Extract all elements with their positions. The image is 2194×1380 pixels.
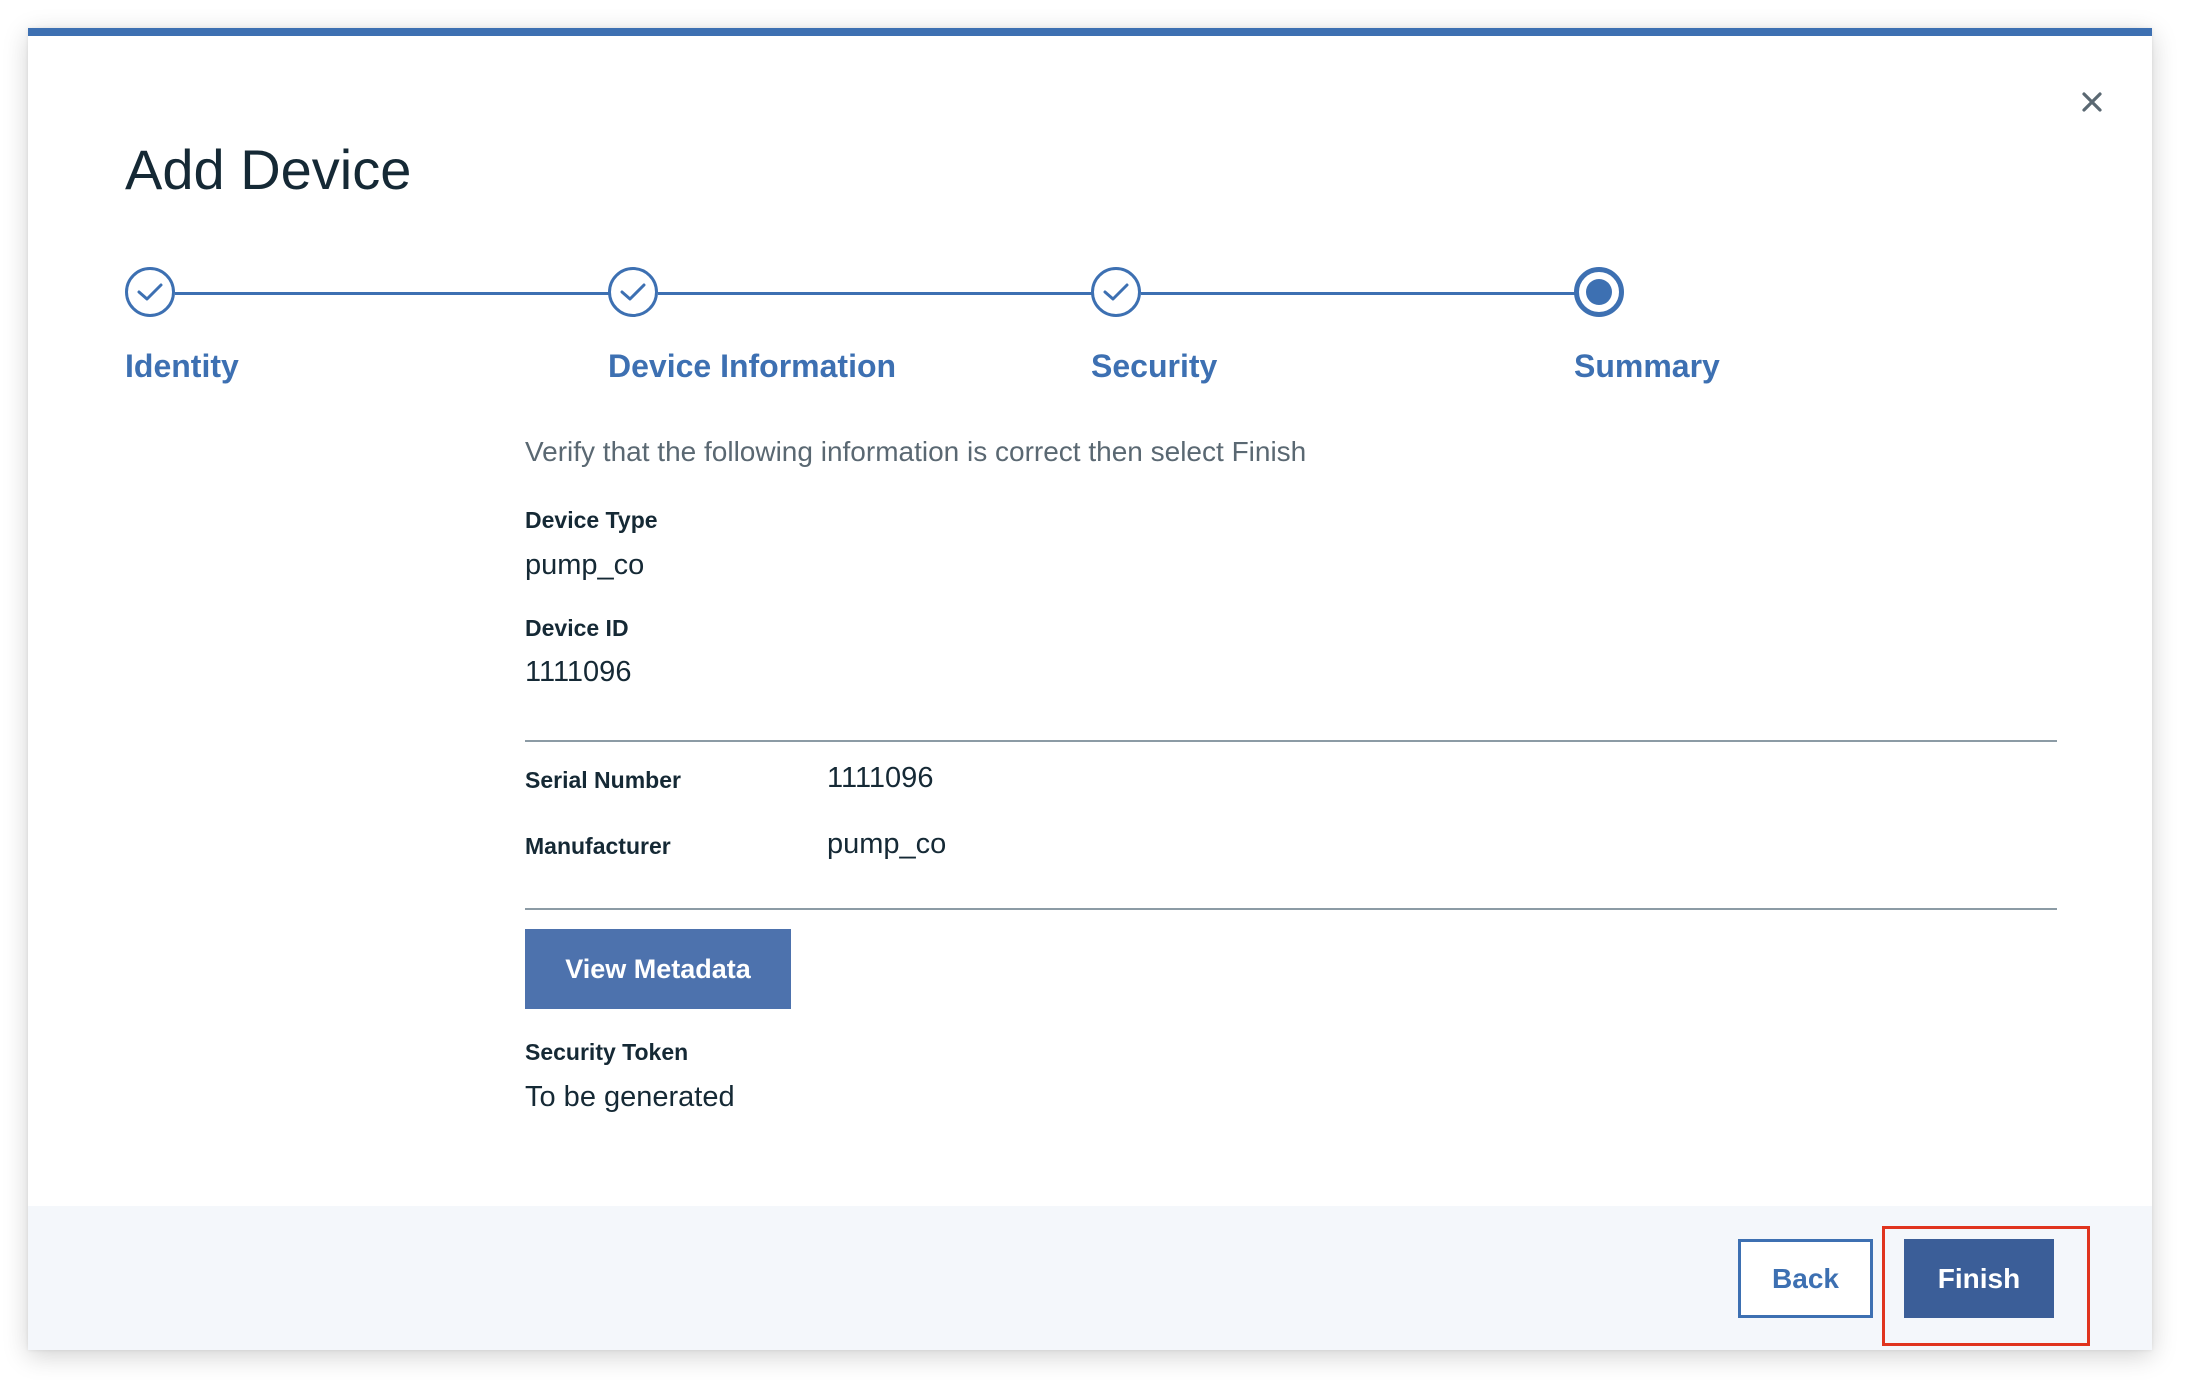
step-current-icon xyxy=(1574,267,1624,317)
current-step-dot xyxy=(1586,279,1612,305)
checkmark-icon xyxy=(1103,283,1129,301)
add-device-modal: Add Device Identity Device Information S… xyxy=(28,28,2152,1350)
manufacturer-label: Manufacturer xyxy=(525,833,671,859)
view-metadata-button[interactable]: View Metadata xyxy=(525,929,791,1009)
step-label-security: Security xyxy=(1091,348,1218,384)
modal-title: Add Device xyxy=(125,138,412,201)
finish-button[interactable]: Finish xyxy=(1904,1239,2054,1318)
summary-intro: Verify that the following information is… xyxy=(525,436,1307,467)
checkmark-icon xyxy=(620,283,646,301)
device-id-label: Device ID xyxy=(525,615,629,641)
step-complete-icon xyxy=(125,267,175,317)
step-complete-icon xyxy=(608,267,658,317)
progress-indicator: Identity Device Information Security Sum xyxy=(125,262,1725,384)
step-label-identity: Identity xyxy=(125,348,239,384)
step-label-summary: Summary xyxy=(1574,348,1720,384)
close-button[interactable] xyxy=(2070,80,2114,124)
device-id-value: 1111096 xyxy=(525,656,632,688)
checkmark-icon xyxy=(137,283,163,301)
security-token-value: To be generated xyxy=(525,1081,735,1113)
divider xyxy=(525,908,2057,910)
back-button[interactable]: Back xyxy=(1738,1239,1873,1318)
manufacturer-value: pump_co xyxy=(827,828,947,860)
divider xyxy=(525,740,2057,742)
serial-number-value: 1111096 xyxy=(827,762,934,794)
serial-number-label: Serial Number xyxy=(525,767,681,793)
close-icon xyxy=(2082,92,2102,112)
modal-footer: Back Finish xyxy=(28,1206,2152,1350)
security-token-label: Security Token xyxy=(525,1039,689,1065)
device-type-value: pump_co xyxy=(525,549,645,581)
progress-line xyxy=(175,292,611,295)
step-label-device-information: Device Information xyxy=(608,348,897,384)
progress-line xyxy=(658,292,1094,295)
device-type-label: Device Type xyxy=(525,507,658,533)
step-complete-icon xyxy=(1091,267,1141,317)
progress-line xyxy=(1141,292,1577,295)
